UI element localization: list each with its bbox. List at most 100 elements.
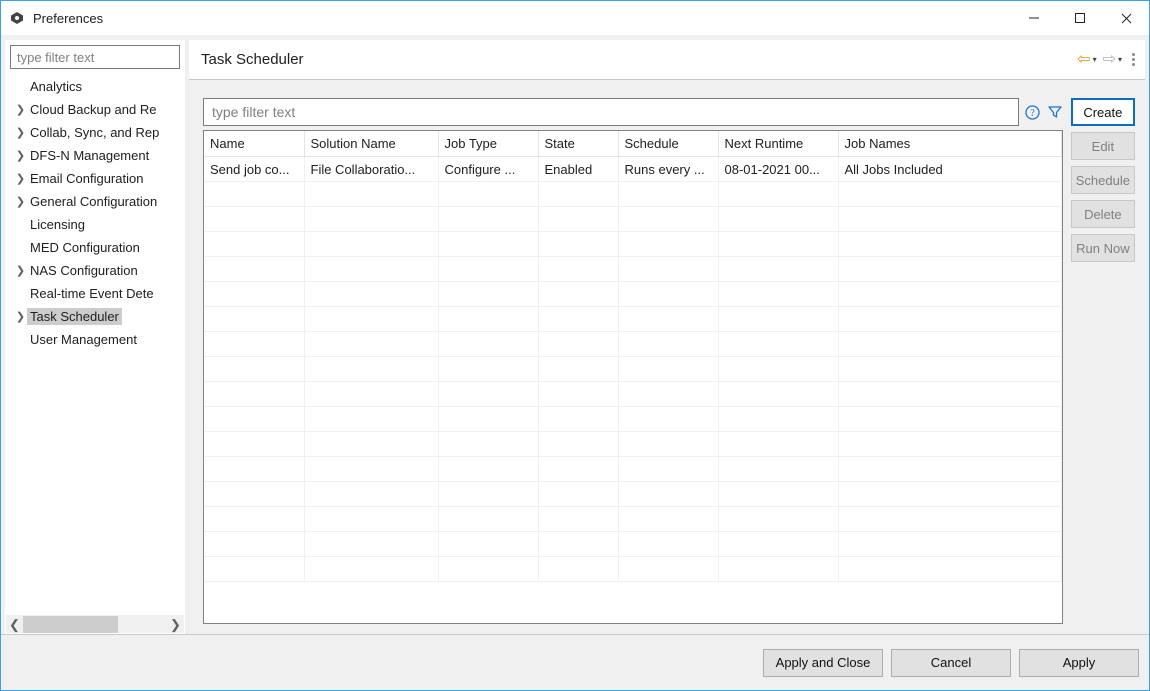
action-buttons: Create Edit Schedule Delete Run Now <box>1071 98 1135 624</box>
minimize-button[interactable] <box>1011 3 1057 33</box>
apply-button[interactable]: Apply <box>1019 649 1139 677</box>
chevron-right-icon: ❯ <box>14 195 27 208</box>
sidebar-item-licensing[interactable]: ❯ Licensing <box>6 213 184 236</box>
apply-and-close-button[interactable]: Apply and Close <box>763 649 883 677</box>
scrollbar-thumb[interactable] <box>23 616 118 633</box>
sidebar-item-label: NAS Configuration <box>27 262 141 279</box>
arrow-forward-icon: ⇨ <box>1103 52 1116 68</box>
arrow-back-icon: ⇦ <box>1077 52 1090 68</box>
page-title: Task Scheduler <box>201 51 304 68</box>
sidebar-item-label: General Configuration <box>27 193 160 210</box>
table-row[interactable] <box>204 182 1061 207</box>
table-row[interactable] <box>204 507 1061 532</box>
svg-text:?: ? <box>1031 108 1036 119</box>
chevron-right-icon: ❯ <box>14 310 27 323</box>
column-header-solution-name[interactable]: Solution Name <box>304 131 438 157</box>
sidebar-horizontal-scrollbar[interactable]: ❮ ❯ <box>6 615 184 633</box>
table-row[interactable]: Send job co... File Collaboratio... Conf… <box>204 157 1061 182</box>
table-row[interactable] <box>204 282 1061 307</box>
sidebar-item-label: User Management <box>27 331 140 348</box>
dialog-footer: Apply and Close Cancel Apply <box>1 634 1149 690</box>
task-table[interactable]: Name Solution Name Job Type State Schedu… <box>203 130 1063 624</box>
close-button[interactable] <box>1103 3 1149 33</box>
sidebar: ❯ Analytics ❯ Cloud Backup and Re ❯ Coll… <box>5 40 185 634</box>
table-row[interactable] <box>204 232 1061 257</box>
sidebar-item-med-config[interactable]: ❯ MED Configuration <box>6 236 184 259</box>
delete-button[interactable]: Delete <box>1071 200 1135 228</box>
run-now-button[interactable]: Run Now <box>1071 234 1135 262</box>
create-button[interactable]: Create <box>1071 98 1135 126</box>
sidebar-item-general-config[interactable]: ❯ General Configuration <box>6 190 184 213</box>
sidebar-item-email-config[interactable]: ❯ Email Configuration <box>6 167 184 190</box>
column-header-next-runtime[interactable]: Next Runtime <box>718 131 838 157</box>
main-body: ? <box>189 80 1145 634</box>
schedule-button[interactable]: Schedule <box>1071 166 1135 194</box>
cell-name: Send job co... <box>204 157 304 182</box>
sidebar-item-label: Real-time Event Dete <box>27 285 157 302</box>
chevron-right-icon: ❯ <box>14 172 27 185</box>
help-icon[interactable]: ? <box>1025 104 1041 120</box>
history-back-button[interactable]: ⇦ ▾ <box>1077 52 1096 68</box>
edit-button[interactable]: Edit <box>1071 132 1135 160</box>
column-header-job-names[interactable]: Job Names <box>838 131 1061 157</box>
app-icon <box>9 10 25 26</box>
cell-solution-name: File Collaboratio... <box>304 157 438 182</box>
chevron-right-icon: ❯ <box>14 103 27 116</box>
sidebar-item-realtime-event[interactable]: ❯ Real-time Event Dete <box>6 282 184 305</box>
filter-icon[interactable] <box>1047 104 1063 120</box>
main-panel: Task Scheduler ⇦ ▾ ⇨ ▾ <box>189 40 1145 634</box>
sidebar-item-analytics[interactable]: ❯ Analytics <box>6 75 184 98</box>
chevron-right-icon: ❯ <box>14 126 27 139</box>
sidebar-item-cloud-backup[interactable]: ❯ Cloud Backup and Re <box>6 98 184 121</box>
cell-state: Enabled <box>538 157 618 182</box>
table-row[interactable] <box>204 257 1061 282</box>
table-row[interactable] <box>204 207 1061 232</box>
sidebar-filter-input[interactable] <box>10 45 180 69</box>
table-row[interactable] <box>204 457 1061 482</box>
column-header-state[interactable]: State <box>538 131 618 157</box>
titlebar: Preferences <box>1 1 1149 35</box>
table-row[interactable] <box>204 557 1061 582</box>
sidebar-item-label: DFS-N Management <box>27 147 152 164</box>
table-row[interactable] <box>204 382 1061 407</box>
cancel-button[interactable]: Cancel <box>891 649 1011 677</box>
maximize-button[interactable] <box>1057 3 1103 33</box>
main-header: Task Scheduler ⇦ ▾ ⇨ ▾ <box>189 40 1145 80</box>
table-row[interactable] <box>204 357 1061 382</box>
chevron-right-icon: ❯ <box>14 149 27 162</box>
sidebar-item-dfs-n[interactable]: ❯ DFS-N Management <box>6 144 184 167</box>
sidebar-item-label: MED Configuration <box>27 239 143 256</box>
sidebar-item-label: Email Configuration <box>27 170 146 187</box>
history-forward-button[interactable]: ⇨ ▾ <box>1103 52 1122 68</box>
table-row[interactable] <box>204 332 1061 357</box>
table-header-row: Name Solution Name Job Type State Schedu… <box>204 131 1061 157</box>
dropdown-icon: ▾ <box>1118 55 1122 64</box>
table-row[interactable] <box>204 532 1061 557</box>
table-row[interactable] <box>204 407 1061 432</box>
sidebar-item-label: Licensing <box>27 216 88 233</box>
sidebar-item-nas-config[interactable]: ❯ NAS Configuration <box>6 259 184 282</box>
sidebar-item-label: Cloud Backup and Re <box>27 101 159 118</box>
scroll-right-icon[interactable]: ❯ <box>167 616 184 633</box>
table-row[interactable] <box>204 307 1061 332</box>
sidebar-item-task-scheduler[interactable]: ❯ Task Scheduler <box>6 305 184 328</box>
chevron-right-icon: ❯ <box>14 264 27 277</box>
preferences-tree[interactable]: ❯ Analytics ❯ Cloud Backup and Re ❯ Coll… <box>6 75 184 615</box>
cell-job-names: All Jobs Included <box>838 157 1061 182</box>
column-header-schedule[interactable]: Schedule <box>618 131 718 157</box>
window-controls <box>1011 3 1149 33</box>
sidebar-item-label: Collab, Sync, and Rep <box>27 124 162 141</box>
scrollbar-track[interactable] <box>23 616 167 633</box>
cell-schedule: Runs every ... <box>618 157 718 182</box>
table-row[interactable] <box>204 482 1061 507</box>
view-menu-button[interactable] <box>1132 53 1135 66</box>
sidebar-item-label: Analytics <box>27 78 85 95</box>
sidebar-item-collab-sync[interactable]: ❯ Collab, Sync, and Rep <box>6 121 184 144</box>
scroll-left-icon[interactable]: ❮ <box>6 616 23 633</box>
cell-next-runtime: 08-01-2021 00... <box>718 157 838 182</box>
column-header-name[interactable]: Name <box>204 131 304 157</box>
sidebar-item-user-management[interactable]: ❯ User Management <box>6 328 184 351</box>
table-row[interactable] <box>204 432 1061 457</box>
task-filter-input[interactable] <box>203 98 1019 126</box>
column-header-job-type[interactable]: Job Type <box>438 131 538 157</box>
